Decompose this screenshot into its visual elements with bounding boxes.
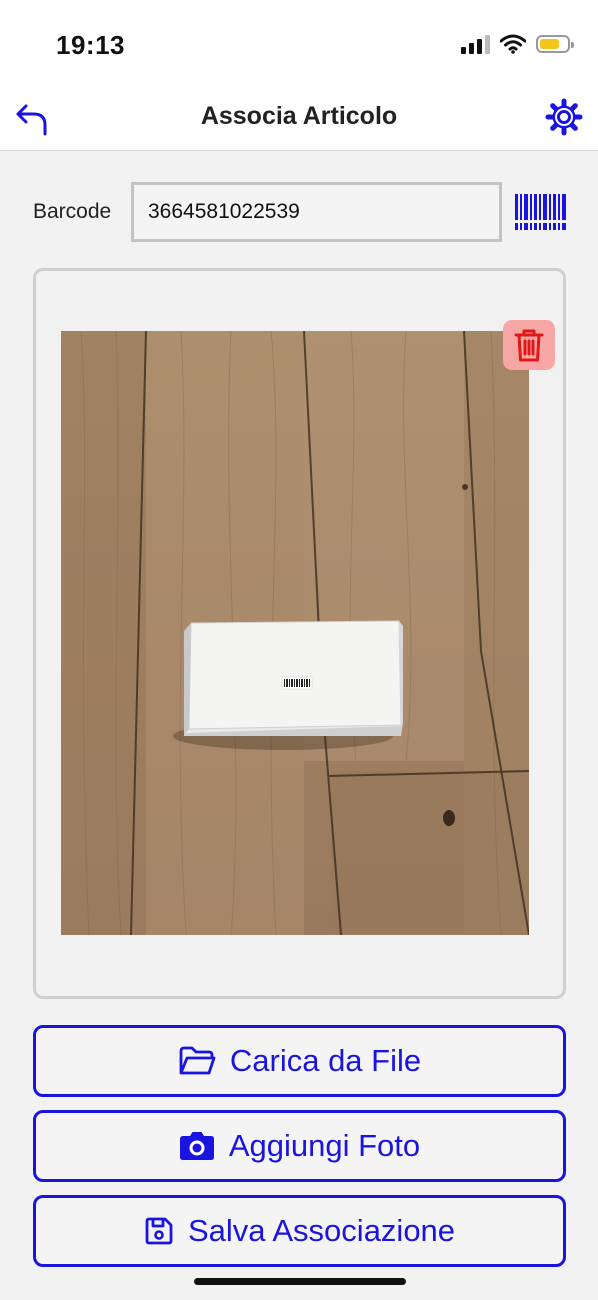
nav-bar: Associa Articolo: [0, 90, 598, 151]
upload-from-file-label: Carica da File: [229, 1043, 422, 1078]
upload-from-file-button[interactable]: Carica da File: [33, 1025, 566, 1097]
app-screen: 19:13 Associa Articolo Barcode 366458102…: [0, 0, 598, 1300]
save-association-label: Salva Associazione: [187, 1213, 456, 1248]
gear-icon[interactable]: [544, 97, 584, 137]
barcode-scan-icon[interactable]: [514, 192, 568, 234]
folder-icon: [179, 1046, 216, 1075]
add-photo-button[interactable]: Aggiungi Foto: [33, 1110, 566, 1182]
status-bar: 19:13: [0, 0, 598, 90]
home-indicator: [194, 1278, 406, 1285]
barcode-input[interactable]: [131, 182, 502, 242]
save-association-button[interactable]: Salva Associazione: [33, 1195, 566, 1267]
camera-icon: [179, 1132, 214, 1160]
trash-icon: [514, 329, 544, 362]
battery-icon: [536, 35, 574, 53]
floppy-disk-icon: [145, 1217, 173, 1245]
page-title: Associa Articolo: [200, 102, 398, 130]
wifi-icon: [500, 34, 526, 54]
status-icons: [461, 34, 574, 54]
cellular-signal-icon: [461, 34, 490, 54]
status-time: 19:13: [56, 30, 125, 60]
delete-photo-button[interactable]: [503, 320, 555, 370]
barcode-label: Barcode: [33, 200, 112, 223]
product-photo: [61, 331, 529, 935]
add-photo-label: Aggiungi Foto: [228, 1128, 421, 1163]
